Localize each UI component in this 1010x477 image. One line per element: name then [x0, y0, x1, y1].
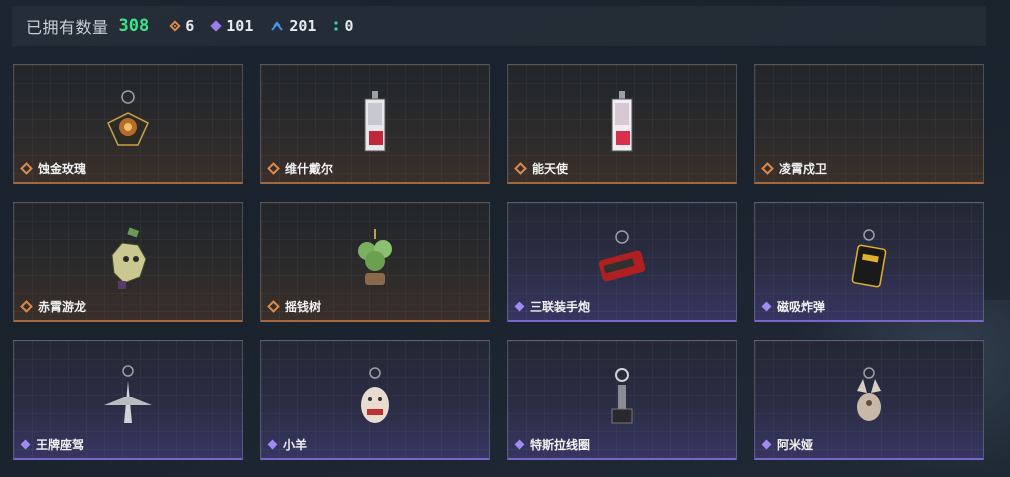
teal-dots-icon: [334, 21, 339, 31]
stat-orange: 6: [169, 17, 195, 35]
item-label: 蚀金玫瑰: [20, 160, 87, 177]
rarity-icon: [514, 162, 527, 175]
dragon-keychain-icon: [111, 227, 147, 289]
magnet-bomb-keychain-icon: [851, 229, 887, 288]
rarity-icon: [267, 300, 280, 313]
blue-chevrons-icon: [271, 21, 284, 31]
item-label: 维什戴尔: [267, 160, 334, 177]
rarity-icon: [20, 439, 31, 450]
rarity-icon: [267, 439, 278, 450]
item-card-6[interactable]: 三联装手炮: [507, 202, 737, 322]
item-name: 三联装手炮: [530, 300, 591, 314]
item-card-0[interactable]: 蚀金玫瑰: [13, 64, 243, 184]
card-keychain-icon: [611, 91, 633, 152]
item-name: 王牌座驾: [36, 438, 85, 452]
item-card-8[interactable]: 王牌座驾: [13, 340, 243, 460]
item-name: 磁吸炸弹: [777, 300, 826, 314]
stat-orange-value: 6: [185, 17, 195, 35]
jet-keychain-icon: [104, 365, 152, 423]
item-name: 阿米娅: [777, 438, 814, 452]
stat-blue: 201: [271, 17, 316, 35]
amiya-keychain-icon: [857, 367, 881, 421]
item-card-7[interactable]: 磁吸炸弹: [754, 202, 984, 322]
item-label: 小羊: [267, 436, 308, 453]
lamb-keychain-icon: [361, 367, 389, 423]
card-keychain-icon: [364, 91, 386, 152]
rarity-icon: [761, 439, 772, 450]
item-name: 蚀金玫瑰: [38, 162, 87, 176]
item-label: 赤霄游龙: [20, 298, 87, 315]
owned-count-label: 已拥有数量: [26, 20, 109, 37]
stat-blue-value: 201: [289, 17, 317, 35]
money-tree-keychain-icon: [358, 229, 392, 285]
orange-diamond-icon: [169, 20, 181, 32]
item-name: 小羊: [283, 438, 308, 452]
rarity-icon: [761, 301, 772, 312]
stat-teal-value: 0: [344, 17, 354, 35]
purple-diamond-icon: [210, 20, 222, 32]
item-card-9[interactable]: 小羊: [260, 340, 490, 460]
item-name: 摇钱树: [285, 300, 322, 314]
item-card-2[interactable]: 能天使: [507, 64, 737, 184]
rarity-icon: [20, 162, 33, 175]
item-card-1[interactable]: 维什戴尔: [260, 64, 490, 184]
item-name: 赤霄游龙: [38, 300, 87, 314]
item-name: 能天使: [532, 162, 569, 176]
item-label: 阿米娅: [761, 436, 814, 453]
item-label: 摇钱树: [267, 298, 322, 315]
item-card-10[interactable]: 特斯拉线圈: [507, 340, 737, 460]
item-label: 三联装手炮: [514, 298, 591, 315]
rarity-icon: [761, 162, 774, 175]
tesla-coil-keychain-icon: [611, 368, 633, 424]
stat-teal: 0: [334, 17, 353, 35]
rarity-icon: [514, 301, 525, 312]
rarity-icon: [267, 162, 280, 175]
item-card-5[interactable]: 摇钱树: [260, 202, 490, 322]
item-label: 王牌座驾: [20, 436, 85, 453]
item-card-4[interactable]: 赤霄游龙: [13, 202, 243, 322]
item-card-3[interactable]: 凌霄戍卫: [754, 64, 984, 184]
item-name: 维什戴尔: [285, 162, 334, 176]
owned-count-value: 308: [118, 16, 150, 36]
item-label: 凌霄戍卫: [761, 160, 828, 177]
item-label: 磁吸炸弹: [761, 298, 826, 315]
stat-purple-value: 101: [226, 17, 254, 35]
item-label: 特斯拉线圈: [514, 436, 591, 453]
rarity-icon: [20, 300, 33, 313]
stat-purple: 101: [210, 17, 254, 35]
ownership-summary-bar: 已拥有数量 308 6 101 201 0: [12, 6, 986, 46]
item-name: 凌霄戍卫: [779, 162, 828, 176]
item-name: 特斯拉线圈: [530, 438, 591, 452]
rarity-icon: [514, 439, 525, 450]
hand-cannon-keychain-icon: [598, 230, 646, 282]
rose-keychain-icon: [107, 90, 149, 146]
item-card-11[interactable]: 阿米娅: [754, 340, 984, 460]
item-label: 能天使: [514, 160, 569, 177]
